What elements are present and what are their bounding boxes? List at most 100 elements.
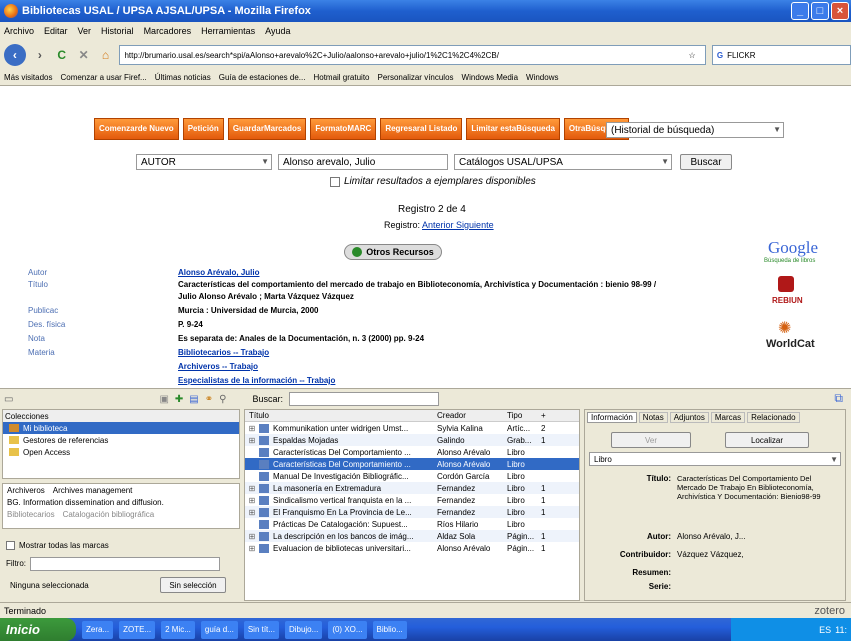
item-row[interactable]: ⊞ Espaldas Mojadas Galindo Grab... 1 — [245, 434, 579, 446]
buscar-button[interactable]: Buscar — [680, 154, 732, 170]
expand-icon[interactable]: ⊞ — [245, 508, 259, 517]
tab-relacionado[interactable]: Relacionado — [747, 412, 800, 423]
rebiun-label[interactable]: REBIUN — [772, 296, 803, 305]
field-value-materia-1[interactable]: Bibliotecarios -- Trabajo — [178, 348, 269, 357]
expand-icon[interactable]: ⊞ — [245, 532, 259, 541]
expand-icon[interactable]: ⊞ — [245, 424, 259, 433]
comenzar-de-nuevo-button[interactable]: Comenzar de Nuevo — [94, 118, 179, 140]
collection-open-access[interactable]: Open Access — [3, 446, 239, 458]
minimize-button[interactable]: _ — [791, 2, 809, 20]
column-plus[interactable]: + — [541, 411, 561, 420]
home-icon[interactable]: ⌂ — [98, 44, 114, 66]
forward-arrow-icon[interactable]: › — [32, 44, 48, 66]
item-row[interactable]: ⊞ El Franquismo En La Provincia de Le... F… — [245, 506, 579, 518]
info-value-autor[interactable]: Alonso Arévalo, J... — [677, 532, 745, 541]
bookmark-star-icon[interactable]: ☆ — [688, 51, 695, 60]
menu-historial[interactable]: Historial — [101, 26, 134, 36]
item-row[interactable]: ⊞ Kommunikation unter widrigen Umst... Syl… — [245, 422, 579, 434]
taskbar-item-2[interactable]: ZOTE... — [119, 620, 156, 639]
expand-icon[interactable]: ⊞ — [245, 544, 259, 553]
field-value-materia-2[interactable]: Archiveros -- Trabajo — [178, 362, 258, 371]
item-row[interactable]: ⊞ La descripción en los bancos de imág...… — [245, 530, 579, 542]
info-value-titulo[interactable]: Características Del Comportamiento Del M… — [677, 474, 827, 501]
worldcat-label[interactable]: WorldCat — [766, 338, 815, 350]
filter-input[interactable] — [30, 557, 220, 571]
regresar-listado-button[interactable]: Regresar al Listado — [380, 118, 463, 140]
search-term-input[interactable]: Alonso arevalo, Julio — [278, 154, 448, 170]
limit-available-option[interactable]: Limitar resultados a ejemplares disponib… — [330, 176, 536, 187]
info-value-contribuidor[interactable]: Vázquez Vázquez, — [677, 550, 744, 559]
taskbar-item-5[interactable]: Sin tít... — [243, 620, 279, 639]
bookmark-windows-media[interactable]: Windows Media — [462, 73, 518, 82]
item-row[interactable]: ⊞ Evaluacion de bibliotecas universitari.… — [245, 542, 579, 554]
taskbar-item-1[interactable]: Zera... — [82, 620, 114, 639]
menu-ver[interactable]: Ver — [78, 26, 92, 36]
bookmark-comenzar[interactable]: Comenzar a usar Firef... — [60, 73, 146, 82]
stop-icon[interactable]: ✕ — [76, 44, 92, 66]
localizar-button[interactable]: Localizar — [725, 432, 809, 448]
web-search-input[interactable]: G FLICKR — [711, 45, 851, 65]
anterior-siguiente-link[interactable]: Anterior Siguiente — [422, 220, 494, 230]
show-all-tags-option[interactable]: Mostrar todas las marcas — [6, 541, 109, 550]
item-row[interactable]: ⊞ Sindicalismo vertical franquista en la … — [245, 494, 579, 506]
item-type-select[interactable]: Libro ▼ — [589, 452, 841, 466]
item-row[interactable]: Características Del Comportamiento ... Al… — [245, 446, 579, 458]
menu-archivo[interactable]: Archivo — [4, 26, 34, 36]
menu-herramientas[interactable]: Herramientas — [201, 26, 255, 36]
taskbar-item-4[interactable]: guía d... — [200, 620, 238, 639]
expand-icon[interactable]: ⊞ — [245, 496, 259, 505]
close-icon[interactable]: × — [831, 2, 849, 20]
taskbar-item-8[interactable]: Biblio... — [372, 620, 407, 639]
back-arrow-icon[interactable]: ‹ — [4, 44, 26, 66]
zotero-collapse-icon[interactable]: ▭ — [4, 394, 13, 405]
new-note-icon[interactable]: ▤ — [189, 394, 198, 405]
guardar-marcados-button[interactable]: Guardar Marcados — [227, 118, 307, 140]
taskbar-item-7[interactable]: (0) XO... — [328, 620, 367, 639]
bookmark-ultimas-noticias[interactable]: Últimas noticias — [155, 73, 211, 82]
deselect-button[interactable]: Sin selección — [160, 577, 226, 593]
bookmark-hotmail[interactable]: Hotmail gratuito — [313, 73, 369, 82]
expand-icon[interactable]: ⊞ — [245, 484, 259, 493]
field-value-autor[interactable]: Alonso Arévalo, Julio — [178, 268, 260, 277]
otros-recursos-button[interactable]: Otros Recursos — [344, 244, 442, 260]
formato-marc-button[interactable]: Formato MARC — [310, 118, 377, 140]
tag-archiveros[interactable]: Archiveros — [7, 486, 45, 495]
tab-informacion[interactable]: Información — [587, 412, 637, 423]
link-page-icon[interactable]: ⚭ — [205, 394, 213, 405]
peticion-button[interactable]: Petición — [182, 118, 224, 140]
item-row[interactable]: ⊞ La masonería en Extremadura Fernandez Lib… — [245, 482, 579, 494]
column-titulo[interactable]: Título — [245, 411, 437, 420]
menu-ayuda[interactable]: Ayuda — [265, 26, 290, 36]
new-collection-icon[interactable]: ▣ — [159, 394, 168, 405]
zotero-status-button[interactable]: zotero — [814, 605, 845, 617]
limit-checkbox[interactable] — [330, 176, 340, 187]
limitar-busqueda-button[interactable]: Limitar esta Búsqueda — [466, 118, 560, 140]
url-bar[interactable]: http://brumario.usal.es/search*spi/aAlon… — [119, 45, 706, 65]
tab-adjuntos[interactable]: Adjuntos — [669, 412, 709, 423]
ver-button[interactable]: Ver — [611, 432, 691, 448]
tag-bg-information[interactable]: BG. Information dissemination and diffus… — [7, 498, 164, 507]
item-row[interactable]: Prácticas De Catalogación: Supuest... Río… — [245, 518, 579, 530]
google-books-logo[interactable]: Google — [768, 238, 818, 258]
bookmark-mas-visitados[interactable]: Más visitados — [4, 73, 52, 82]
tab-marcas[interactable]: Marcas — [710, 412, 746, 423]
language-indicator[interactable]: ES — [819, 625, 831, 635]
tag-bibliotecarios[interactable]: Bibliotecarios — [7, 510, 55, 519]
show-all-tags-checkbox[interactable] — [6, 541, 15, 550]
new-item-icon[interactable]: ✚ — [175, 394, 183, 405]
menu-editar[interactable]: Editar — [44, 26, 68, 36]
locate-icon[interactable]: ⚲ — [219, 394, 226, 405]
catalog-select[interactable]: Catálogos USAL/UPSA ▼ — [454, 154, 672, 170]
tag-archives-management[interactable]: Archives management — [53, 486, 133, 495]
maximize-button[interactable]: □ — [811, 2, 829, 20]
item-row[interactable]: Manual De Investigación Bibliográfic... C… — [245, 470, 579, 482]
column-creador[interactable]: Creador — [437, 411, 507, 420]
bookmark-guia-estaciones[interactable]: Guía de estaciones de... — [219, 73, 306, 82]
collection-mi-biblioteca[interactable]: Mi biblioteca — [3, 422, 239, 434]
history-select[interactable]: (Historial de búsqueda) ▼ — [606, 122, 784, 138]
taskbar-item-3[interactable]: 2 Mic... — [161, 620, 195, 639]
column-tipo[interactable]: Tipo — [507, 411, 541, 420]
tab-notas[interactable]: Notas — [638, 412, 668, 423]
rebiun-logo-icon[interactable] — [778, 276, 794, 292]
reload-icon[interactable]: C — [54, 44, 70, 66]
